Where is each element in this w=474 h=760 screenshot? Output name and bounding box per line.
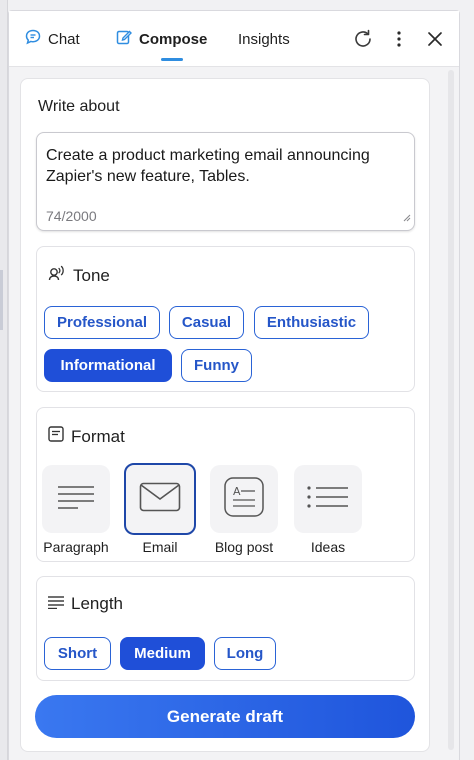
tone-informational-button[interactable]: Informational xyxy=(44,349,172,382)
close-icon[interactable] xyxy=(423,27,447,51)
tab-insights[interactable]: Insights xyxy=(238,25,290,53)
tone-enthusiastic-button[interactable]: Enthusiastic xyxy=(254,306,369,339)
format-email-label: Email xyxy=(142,539,178,555)
tab-compose-label: Compose xyxy=(139,30,208,48)
length-title-label: Length xyxy=(71,594,123,613)
chat-bubble-icon xyxy=(24,28,48,50)
length-short-button[interactable]: Short xyxy=(44,637,111,670)
format-blog-post-label: Blog post xyxy=(214,539,274,555)
format-ideas-label: Ideas xyxy=(310,539,346,555)
svg-text:A: A xyxy=(233,485,241,498)
write-about-label: Write about xyxy=(38,98,120,115)
format-blog-post-button[interactable]: A xyxy=(210,465,278,533)
tone-professional-button[interactable]: Professional xyxy=(44,306,160,339)
format-title: Format xyxy=(47,425,125,448)
resize-grip-icon[interactable] xyxy=(402,209,411,227)
length-icon xyxy=(47,594,71,614)
generate-draft-button[interactable]: Generate draft xyxy=(35,695,415,738)
left-window-strip xyxy=(0,0,8,760)
length-long-button[interactable]: Long xyxy=(214,637,276,670)
tab-chat-label: Chat xyxy=(48,30,80,48)
length-medium-button[interactable]: Medium xyxy=(120,637,205,670)
format-paragraph-label: Paragraph xyxy=(43,539,109,555)
tab-insights-label: Insights xyxy=(238,30,290,48)
more-vertical-icon[interactable] xyxy=(387,27,411,51)
format-title-label: Format xyxy=(71,426,125,446)
scrollbar[interactable] xyxy=(448,70,454,750)
tone-funny-button[interactable]: Funny xyxy=(181,349,252,382)
compose-icon xyxy=(115,28,139,50)
format-paragraph-button[interactable] xyxy=(42,465,110,533)
blog-post-icon: A xyxy=(223,476,265,523)
length-title: Length xyxy=(47,594,123,614)
write-about-text[interactable]: Create a product marketing email announc… xyxy=(46,145,406,187)
write-about-input[interactable]: Create a product marketing email announc… xyxy=(36,132,415,231)
tone-casual-button[interactable]: Casual xyxy=(169,306,244,339)
tone-title: Tone xyxy=(47,263,110,288)
format-email-button[interactable] xyxy=(124,463,196,535)
tone-title-label: Tone xyxy=(73,265,110,285)
strip-highlight xyxy=(0,270,3,330)
refresh-icon[interactable] xyxy=(351,27,375,51)
paragraph-icon xyxy=(56,483,96,516)
envelope-icon xyxy=(139,482,181,517)
format-ideas-button[interactable] xyxy=(294,465,362,533)
tab-chat[interactable]: Chat xyxy=(24,25,80,53)
format-icon xyxy=(47,425,71,448)
tone-icon xyxy=(47,263,73,288)
bullet-list-icon xyxy=(306,485,350,514)
character-counter: 74/2000 xyxy=(46,208,97,224)
active-tab-indicator xyxy=(161,58,183,61)
tab-compose[interactable]: Compose xyxy=(115,25,207,53)
panel-header: Chat Compose Insights xyxy=(9,11,459,67)
